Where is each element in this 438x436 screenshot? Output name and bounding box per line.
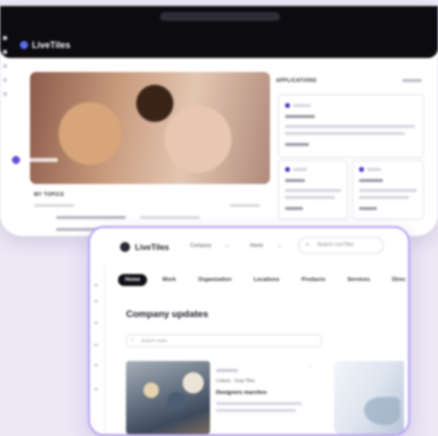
- rail-icon[interactable]: [3, 36, 7, 40]
- tab-organization[interactable]: Organization: [191, 274, 239, 286]
- app-link[interactable]: [285, 143, 309, 146]
- chevron-down-icon: ⌄: [277, 243, 282, 249]
- section-tabs: Home Work Organization Locations Product…: [118, 274, 408, 286]
- rail-icon[interactable]: [3, 64, 7, 68]
- front-brand-name: LiveTiles: [135, 242, 170, 252]
- app-desc: [359, 196, 409, 199]
- rail-icon[interactable]: [94, 284, 98, 286]
- applications-heading: APPLICATIONS: [276, 78, 317, 84]
- app-icon: [285, 103, 290, 108]
- applications-view-all-link[interactable]: [402, 79, 422, 82]
- news-card-excerpt: [216, 402, 302, 405]
- livetiles-logo-icon: [120, 242, 130, 252]
- tab-work[interactable]: Work: [155, 274, 183, 286]
- home-dropdown-label: Home: [250, 243, 264, 249]
- app-link[interactable]: [359, 207, 377, 210]
- app-title: [285, 179, 305, 182]
- app-link[interactable]: [285, 207, 303, 210]
- livetiles-logo-icon: [20, 41, 28, 49]
- news-search-placeholder: Search news: [141, 338, 168, 343]
- page-title: Company updates: [126, 309, 209, 320]
- foreground-app-window: LiveTiles Company ⌄ Home ⌄ ⌕ Search LiveTi…: [88, 226, 410, 436]
- app-desc: [359, 189, 417, 192]
- rail-icon[interactable]: [94, 300, 98, 302]
- top-nav-bar: LiveTiles: [0, 6, 438, 58]
- topic-pager[interactable]: [230, 204, 260, 207]
- app-title: [359, 179, 383, 182]
- global-search-bar[interactable]: [160, 12, 280, 21]
- search-input[interactable]: ⌕ Search LiveTiles: [298, 237, 384, 254]
- rail-icon[interactable]: [94, 388, 98, 390]
- news-search-input[interactable]: ⌕ Search news: [126, 334, 322, 347]
- hero-caption: [24, 158, 58, 162]
- left-rail: [90, 264, 105, 434]
- topic-item[interactable]: [56, 216, 126, 219]
- front-brand-logo[interactable]: LiveTiles: [120, 242, 169, 252]
- app-desc: [285, 125, 415, 128]
- company-dropdown-label: Company: [190, 243, 212, 249]
- tab-directory[interactable]: Direc: [385, 274, 408, 286]
- tab-locations[interactable]: Locations: [247, 274, 287, 286]
- news-card-meta: Culture · Gray Tiles: [216, 378, 255, 383]
- news-card-tag: [216, 369, 238, 372]
- search-icon: ⌕: [306, 242, 310, 248]
- rail-icon[interactable]: [3, 78, 7, 82]
- app-title: [285, 115, 315, 118]
- hero-banner-image[interactable]: [30, 72, 270, 184]
- app-card[interactable]: [278, 94, 424, 158]
- background-app-window: LiveTiles MY TOPICS APPLICATIONS: [0, 6, 438, 236]
- home-dropdown[interactable]: Home ⌄: [250, 243, 282, 249]
- app-desc: [285, 189, 341, 192]
- app-label: [293, 104, 311, 107]
- tab-products[interactable]: Products: [295, 274, 333, 286]
- rail-icon[interactable]: [94, 322, 98, 324]
- my-topics-heading: MY TOPICS: [34, 192, 65, 198]
- applications-panel: APPLICATIONS: [276, 72, 426, 232]
- search-placeholder: Search LiveTiles: [317, 242, 354, 248]
- news-card-image[interactable]: [126, 361, 210, 434]
- tab-services[interactable]: Services: [340, 274, 377, 286]
- left-rail: [3, 36, 7, 96]
- search-icon: ⌕: [131, 337, 134, 343]
- topic-filter[interactable]: [34, 204, 74, 207]
- app-card[interactable]: [352, 160, 424, 220]
- topic-item[interactable]: [140, 216, 200, 219]
- app-icon: [285, 167, 290, 172]
- hero-avatar-icon: [12, 156, 20, 164]
- app-card[interactable]: [278, 160, 348, 220]
- app-desc: [285, 196, 335, 199]
- app-label: [293, 168, 307, 171]
- rail-icon[interactable]: [3, 92, 7, 96]
- tab-home[interactable]: Home: [118, 274, 148, 286]
- news-card-excerpt: [216, 409, 296, 412]
- rail-icon[interactable]: [3, 50, 7, 54]
- brand-name: LiveTiles: [32, 40, 71, 50]
- app-desc: [285, 132, 405, 135]
- app-icon: [359, 167, 364, 172]
- rail-icon[interactable]: [94, 344, 98, 346]
- chevron-down-icon: ⌄: [225, 243, 230, 249]
- rail-icon[interactable]: [94, 364, 98, 366]
- app-label: [367, 168, 381, 171]
- more-options-icon[interactable]: ⋮: [307, 364, 312, 370]
- brand-logo[interactable]: LiveTiles: [20, 40, 70, 50]
- decorative-shape: [364, 397, 400, 425]
- news-card-image[interactable]: [334, 361, 404, 434]
- company-dropdown[interactable]: Company ⌄: [190, 243, 230, 249]
- news-card-headline[interactable]: Designers marches: [216, 390, 267, 396]
